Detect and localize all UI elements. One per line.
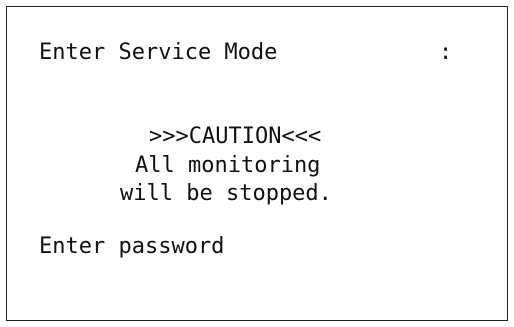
password-prompt[interactable]: Enter password xyxy=(39,234,224,260)
terminal-screen: Enter Service Mode : >>>CAUTION<<< All m… xyxy=(6,6,508,321)
caution-message-line-1: All monitoring xyxy=(135,153,321,178)
caution-message-line-2: will be stopped. xyxy=(120,181,332,206)
title-separator: : xyxy=(439,40,453,65)
screen-title: Enter Service Mode xyxy=(39,40,278,65)
caution-heading: >>>CAUTION<<< xyxy=(149,124,322,149)
